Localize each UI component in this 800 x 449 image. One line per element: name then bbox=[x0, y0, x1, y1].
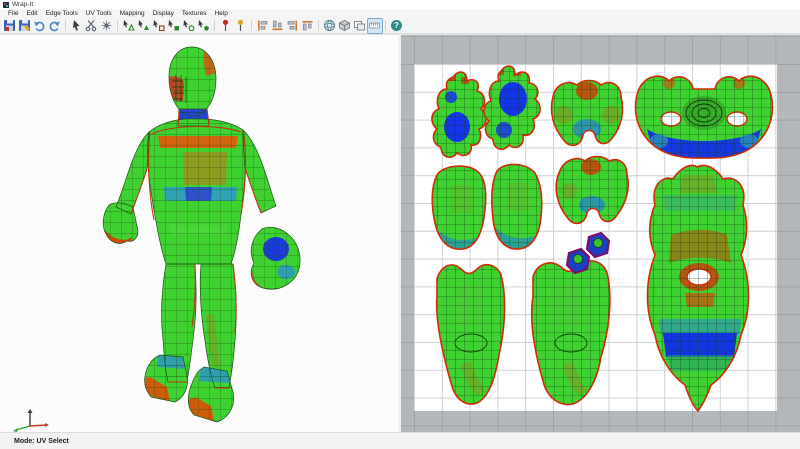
toolbar-separator bbox=[214, 20, 215, 31]
mode-indicator: Mode: UV Select bbox=[14, 438, 69, 445]
toolbar-separator bbox=[65, 20, 66, 31]
main-area bbox=[0, 34, 800, 432]
sphere-map-icon[interactable] bbox=[323, 19, 337, 33]
menu-help[interactable]: Help bbox=[210, 9, 231, 18]
uv-island-arm-left[interactable] bbox=[432, 166, 486, 251]
title-bar: Wrap-It bbox=[0, 0, 800, 9]
uv-editor[interactable] bbox=[401, 35, 800, 432]
menu-file[interactable]: File bbox=[4, 9, 22, 18]
menu-bar: File Edit Edge Tools UV Tools Mapping Di… bbox=[0, 9, 800, 18]
select-mode-2-icon[interactable] bbox=[137, 19, 151, 33]
help-glyph: ? bbox=[391, 20, 402, 31]
uv-island-ear-1[interactable] bbox=[567, 249, 589, 273]
menu-edit[interactable]: Edit bbox=[22, 9, 41, 18]
weld-icon[interactable] bbox=[100, 19, 114, 33]
axis-gizmo bbox=[0, 35, 398, 433]
toolbar-separator bbox=[251, 20, 252, 31]
save-as-icon[interactable] bbox=[18, 19, 32, 33]
menu-display[interactable]: Display bbox=[149, 9, 178, 18]
save-icon[interactable] bbox=[3, 19, 17, 33]
box-map-icon[interactable] bbox=[338, 19, 352, 33]
uv-island-ear-2[interactable] bbox=[587, 233, 609, 257]
align-left-icon[interactable] bbox=[256, 19, 270, 33]
uv-island-foot-sole-top[interactable] bbox=[551, 81, 622, 146]
layout-window-icon[interactable] bbox=[353, 19, 367, 33]
app-icon bbox=[3, 2, 9, 8]
pin-red-icon[interactable] bbox=[219, 19, 233, 33]
select-mode-6-icon[interactable] bbox=[197, 19, 211, 33]
uv-island-hand-right[interactable] bbox=[484, 66, 540, 149]
help-icon[interactable]: ? bbox=[390, 19, 404, 33]
menu-mapping[interactable]: Mapping bbox=[116, 9, 149, 18]
toolbar-separator bbox=[385, 20, 386, 31]
window-title: Wrap-It bbox=[12, 0, 33, 9]
align-right-icon[interactable] bbox=[286, 19, 300, 33]
app-window: Wrap-It File Edit Edge Tools UV Tools Ma… bbox=[0, 0, 800, 449]
scissors-cut-icon[interactable] bbox=[85, 19, 99, 33]
toolbar-separator bbox=[318, 20, 319, 31]
pin-yellow-icon[interactable] bbox=[234, 19, 248, 33]
toolbar: ? bbox=[0, 18, 800, 34]
undo-icon[interactable] bbox=[33, 19, 47, 33]
uv-island-hand-left[interactable] bbox=[432, 72, 486, 157]
redo-icon[interactable] bbox=[48, 19, 62, 33]
uv-island-head[interactable] bbox=[635, 76, 772, 158]
menu-uv-tools[interactable]: UV Tools bbox=[82, 9, 116, 18]
select-mode-5-icon[interactable] bbox=[182, 19, 196, 33]
uv-island-arm-right[interactable] bbox=[492, 164, 543, 249]
select-mode-3-icon[interactable] bbox=[152, 19, 166, 33]
menu-edge-tools[interactable]: Edge Tools bbox=[42, 9, 82, 18]
align-bottom-icon[interactable] bbox=[271, 19, 285, 33]
viewport-3d[interactable] bbox=[0, 35, 398, 432]
toolbar-separator bbox=[117, 20, 118, 31]
uv-island-leg-left[interactable] bbox=[437, 265, 505, 404]
align-top-icon[interactable] bbox=[301, 19, 315, 33]
select-mode-1-icon[interactable] bbox=[122, 19, 136, 33]
select-cursor-icon[interactable] bbox=[70, 19, 84, 33]
uv-island-foot-sole-bottom[interactable] bbox=[556, 157, 628, 224]
uv-island-leg-right[interactable] bbox=[532, 261, 610, 405]
uv-island-torso-back[interactable] bbox=[648, 166, 749, 412]
status-bar: Mode: UV Select bbox=[0, 432, 800, 449]
menu-textures[interactable]: Textures bbox=[178, 9, 211, 18]
select-mode-4-icon[interactable] bbox=[167, 19, 181, 33]
ruler-icon[interactable] bbox=[368, 19, 382, 33]
